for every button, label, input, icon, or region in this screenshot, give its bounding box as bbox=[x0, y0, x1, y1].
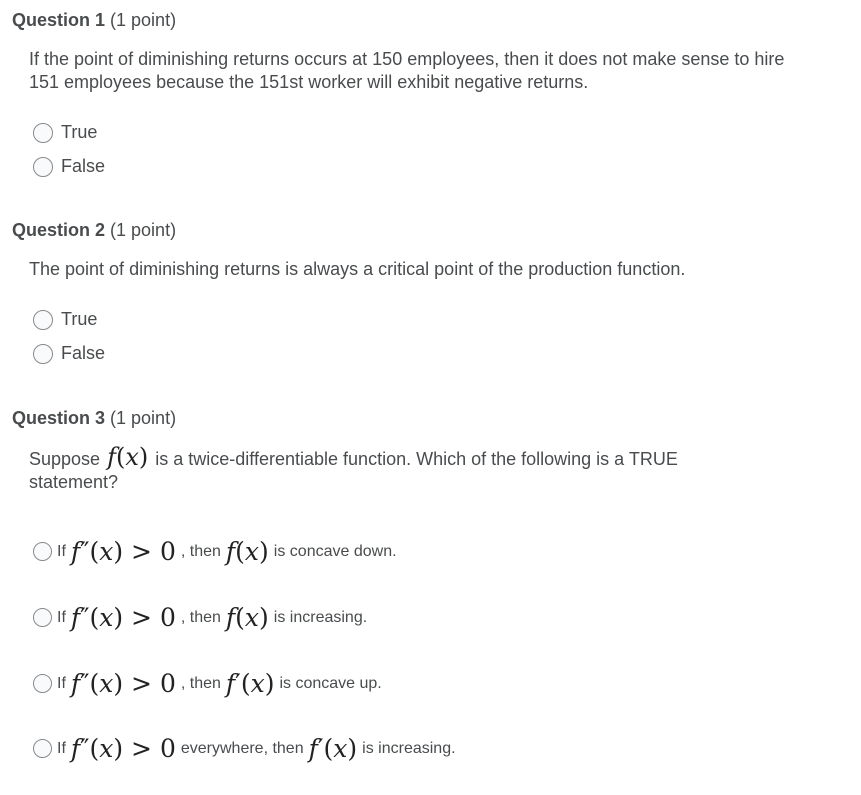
math-condition: f″(x) > 0 bbox=[70, 734, 176, 763]
question-number: Question 3 bbox=[12, 408, 106, 428]
question-3-title: Question 3 (1 point) bbox=[12, 408, 176, 429]
question-1-option-true[interactable]: True bbox=[33, 122, 97, 143]
question-1-title: Question 1 (1 point) bbox=[12, 10, 176, 31]
math-condition: f″(x) > 0 bbox=[70, 603, 176, 632]
option-if: If bbox=[57, 542, 66, 560]
question-1-text: If the point of diminishing returns occu… bbox=[29, 49, 785, 92]
question-3-option-3[interactable]: If f″(x) > 0 , then f′(x) is concave up. bbox=[33, 669, 382, 698]
question-number: Question 2 bbox=[12, 220, 106, 240]
option-if: If bbox=[57, 608, 66, 626]
radio-button[interactable] bbox=[33, 156, 53, 177]
option-mid: , then bbox=[180, 608, 221, 626]
option-mid: , then bbox=[180, 542, 221, 560]
option-label: True bbox=[61, 309, 98, 329]
option-label: True bbox=[61, 122, 98, 142]
math-subject: f′(x) bbox=[225, 669, 275, 698]
radio-button[interactable] bbox=[33, 122, 53, 143]
question-1-option-false[interactable]: False bbox=[33, 156, 105, 177]
question-2-title: Question 2 (1 point) bbox=[12, 220, 176, 241]
math-subject: f′(x) bbox=[308, 734, 358, 763]
question-3-option-1[interactable]: If f″(x) > 0 , then f(x) is concave down… bbox=[33, 537, 397, 566]
option-mid: , then bbox=[180, 674, 221, 692]
question-points: (1 point) bbox=[110, 408, 177, 428]
question-number: Question 1 bbox=[12, 10, 106, 30]
option-if: If bbox=[57, 739, 66, 757]
radio-button[interactable] bbox=[33, 608, 52, 627]
option-tail: is concave down. bbox=[273, 542, 397, 560]
question-3-text: Suppose f(x) is a twice-differentiable f… bbox=[29, 443, 749, 494]
option-if: If bbox=[57, 674, 66, 692]
radio-button[interactable] bbox=[33, 343, 53, 364]
question-2-option-true[interactable]: True bbox=[33, 309, 97, 330]
question-points: (1 point) bbox=[110, 10, 177, 30]
option-label: False bbox=[61, 343, 106, 363]
question-text-prefix: Suppose bbox=[29, 449, 101, 469]
question-2-text: The point of diminishing returns is alwa… bbox=[29, 259, 686, 279]
math-subject: f(x) bbox=[225, 603, 269, 632]
question-points: (1 point) bbox=[110, 220, 177, 240]
radio-button[interactable] bbox=[33, 542, 52, 561]
option-mid: everywhere, then bbox=[180, 739, 304, 757]
math-condition: f″(x) > 0 bbox=[70, 537, 176, 566]
question-2-option-false[interactable]: False bbox=[33, 343, 105, 364]
radio-button[interactable] bbox=[33, 309, 53, 330]
option-tail: is increasing. bbox=[362, 739, 456, 757]
option-tail: is increasing. bbox=[273, 608, 368, 626]
radio-button[interactable] bbox=[33, 739, 52, 758]
math-condition: f″(x) > 0 bbox=[70, 669, 176, 698]
math-subject: f(x) bbox=[225, 537, 269, 566]
question-3-option-2[interactable]: If f″(x) > 0 , then f(x) is increasing. bbox=[33, 603, 367, 632]
option-tail: is concave up. bbox=[279, 674, 382, 692]
option-label: False bbox=[61, 156, 106, 176]
math-expression: f(x) bbox=[107, 443, 149, 471]
radio-button[interactable] bbox=[33, 674, 52, 693]
question-3-option-4[interactable]: If f″(x) > 0 everywhere, then f′(x) is i… bbox=[33, 734, 456, 763]
